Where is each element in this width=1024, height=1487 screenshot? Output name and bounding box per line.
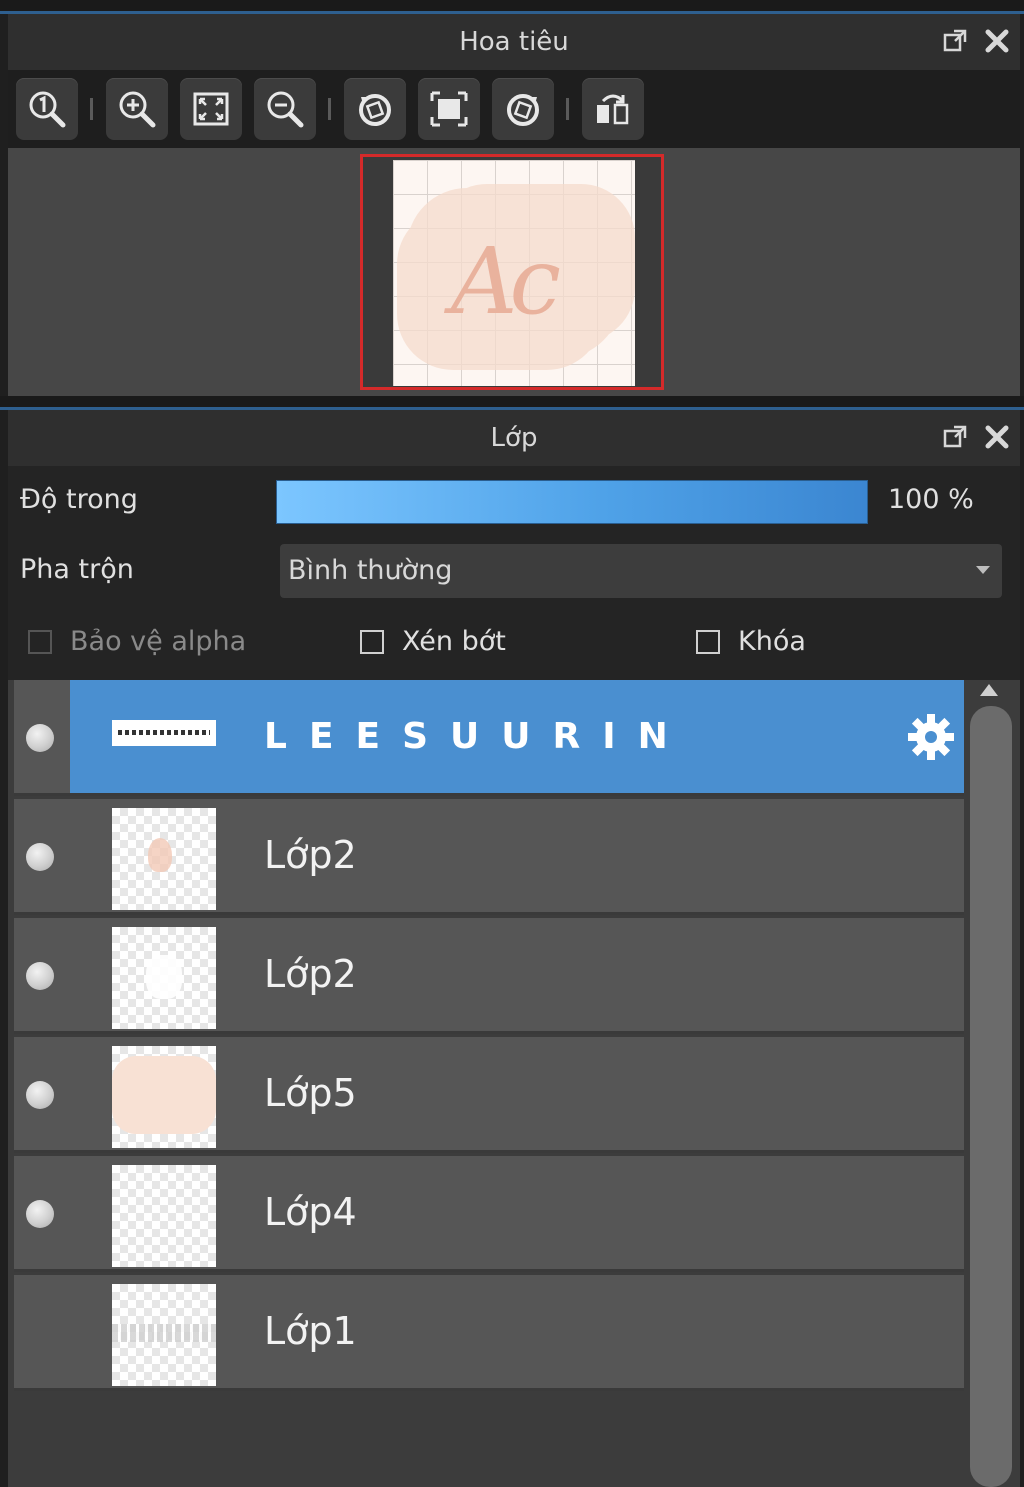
layer-name: LEESUURIN: [264, 716, 690, 757]
canvas-preview: Ac: [393, 160, 635, 386]
flip-horizontal-button[interactable]: [582, 78, 644, 140]
close-icon[interactable]: [984, 424, 1010, 450]
layer-thumbnail: [112, 720, 216, 746]
fit-screen-button[interactable]: [180, 78, 242, 140]
zoom-in-icon: [119, 91, 156, 128]
preview-artwork: Ac: [451, 228, 561, 335]
visibility-dot-icon[interactable]: [26, 962, 54, 990]
checkbox-box: [28, 630, 52, 654]
toolbar-separator: [566, 98, 569, 120]
zoom-out-button[interactable]: [254, 78, 316, 140]
layer-name: Lớp4: [264, 1190, 357, 1234]
layer-properties: Độ trong 100 % Pha trộn Bình thường Bảo …: [8, 466, 1020, 680]
layer-row[interactable]: Lớp2: [14, 918, 964, 1034]
chevron-down-icon: [976, 566, 990, 574]
layer-name: Lớp1: [264, 1309, 357, 1353]
rotate-left-icon: [359, 94, 391, 126]
layer-row[interactable]: LEESUURIN: [14, 680, 964, 796]
navigator-preview-area[interactable]: Ac: [8, 148, 1020, 396]
layer-row[interactable]: Lớp4: [14, 1156, 964, 1272]
flip-horizontal-icon: [597, 94, 629, 125]
actual-size-button[interactable]: [16, 78, 78, 140]
protect-alpha-checkbox[interactable]: Bảo vệ alpha: [28, 626, 268, 662]
toolbar-separator: [328, 98, 331, 120]
layer-row[interactable]: Lớp5: [14, 1037, 964, 1153]
blend-mode-select[interactable]: Bình thường: [280, 544, 1002, 598]
navigator-title: Hoa tiêu: [459, 27, 569, 57]
layer-row[interactable]: Lớp2: [14, 799, 964, 915]
lock-label: Khóa: [738, 626, 806, 657]
layer-thumbnail: [112, 927, 216, 1029]
zoom-in-button[interactable]: [106, 78, 168, 140]
visibility-dot-icon[interactable]: [26, 1200, 54, 1228]
layers-header: Lớp: [8, 410, 1020, 466]
actual-size-icon: [29, 91, 66, 128]
fit-window-button[interactable]: [418, 78, 480, 140]
fit-screen-icon: [193, 92, 229, 126]
gear-icon[interactable]: [904, 710, 958, 764]
panel-divider: [0, 396, 1024, 410]
zoom-out-icon: [267, 91, 304, 128]
navigator-toolbar: [8, 70, 1020, 148]
layer-thumbnail: [112, 1284, 216, 1386]
rotate-right-button[interactable]: [492, 78, 554, 140]
opacity-label: Độ trong: [20, 484, 138, 515]
lock-checkbox[interactable]: Khóa: [696, 626, 826, 662]
scrollbar-thumb[interactable]: [970, 706, 1012, 1487]
layer-thumbnail: [112, 808, 216, 910]
layer-row[interactable]: Lớp1: [14, 1275, 964, 1391]
clipping-checkbox[interactable]: Xén bớt: [360, 626, 530, 662]
visibility-dot-icon[interactable]: [26, 724, 54, 752]
opacity-value: 100 %: [888, 484, 974, 515]
protect-alpha-label: Bảo vệ alpha: [70, 626, 247, 657]
scroll-up-arrow-icon[interactable]: [980, 684, 998, 696]
blend-label: Pha trộn: [20, 554, 134, 585]
layer-name: Lớp2: [264, 952, 357, 996]
visibility-dot-icon[interactable]: [26, 843, 54, 871]
popout-icon[interactable]: [942, 424, 968, 450]
visibility-dot-icon[interactable]: [26, 1081, 54, 1109]
visibility-dot-icon[interactable]: [26, 1319, 54, 1347]
navigator-header: Hoa tiêu: [8, 14, 1020, 70]
checkbox-box: [360, 630, 384, 654]
clipping-label: Xén bớt: [402, 626, 506, 657]
layers-list: LEESUURIN Lớp2 Lớp2 Lớp5 Lớp4 Lớp1: [8, 680, 1020, 1487]
checkbox-box: [696, 630, 720, 654]
top-divider: [0, 0, 1024, 14]
fit-window-icon: [430, 91, 468, 127]
viewport-frame[interactable]: Ac: [360, 154, 664, 390]
layer-thumbnail: [112, 1165, 216, 1267]
rotate-left-button[interactable]: [344, 78, 406, 140]
close-icon[interactable]: [984, 28, 1010, 54]
layers-title: Lớp: [490, 423, 538, 453]
layer-name: Lớp2: [264, 833, 357, 877]
layers-scrollbar[interactable]: [970, 706, 1012, 1487]
layer-thumbnail: [112, 1046, 216, 1148]
rotate-right-icon: [507, 94, 539, 126]
blend-mode-value: Bình thường: [288, 555, 453, 586]
toolbar-separator: [90, 98, 93, 120]
opacity-slider[interactable]: [276, 480, 868, 524]
popout-icon[interactable]: [942, 28, 968, 54]
layer-name: Lớp5: [264, 1071, 357, 1115]
